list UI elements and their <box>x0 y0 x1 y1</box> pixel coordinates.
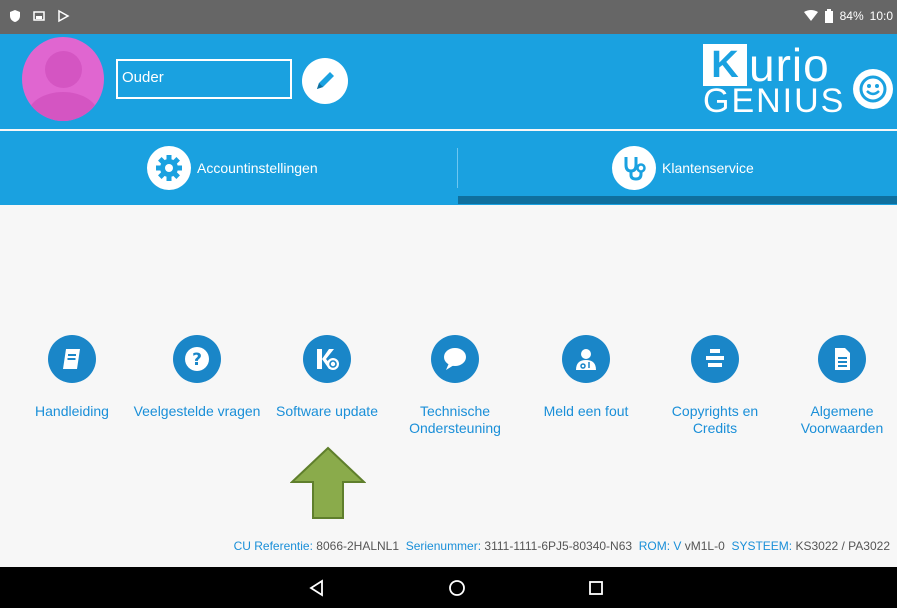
image-icon <box>33 11 45 21</box>
home-button[interactable] <box>437 573 477 603</box>
item-label: Copyrights en Credits <box>671 403 759 436</box>
tab-label: Accountinstellingen <box>197 160 318 176</box>
question-icon: ? <box>173 335 221 383</box>
item-label: Veelgestelde vragen <box>133 403 261 419</box>
play-store-icon <box>58 9 70 23</box>
speech-bubble-icon <box>431 335 479 383</box>
status-system: 84% 10:0 <box>803 9 893 23</box>
status-bar: 84% 10:0 <box>0 0 897 34</box>
item-software-update[interactable]: Software update <box>262 335 392 420</box>
edit-name-button[interactable] <box>302 58 348 104</box>
wifi-icon <box>803 10 818 21</box>
book-icon <box>48 335 96 383</box>
battery-percent: 84% <box>839 9 864 23</box>
profile-name-field[interactable]: Ouder <box>116 59 292 99</box>
kurio-genius-logo: K urio GENIUS <box>703 38 843 122</box>
item-label: Technische Ondersteuning <box>409 403 501 436</box>
document-icon <box>818 335 866 383</box>
recents-button[interactable] <box>576 573 616 603</box>
back-button[interactable] <box>297 573 337 603</box>
svg-text:?: ? <box>192 350 202 370</box>
avatar[interactable] <box>22 37 104 121</box>
stethoscope-icon <box>612 146 656 190</box>
pencil-icon <box>317 72 334 89</box>
header: Ouder K urio GENIUS <box>0 34 897 129</box>
battery-icon <box>824 9 833 23</box>
kurio-update-icon <box>303 335 351 383</box>
recents-icon <box>589 581 603 595</box>
back-icon <box>309 579 323 597</box>
support-items: Handleiding ? Veelgestelde vragen Softwa… <box>0 335 897 455</box>
item-label: Meld een fout <box>543 403 629 419</box>
logo-genius: GENIUS <box>703 82 846 120</box>
rom-label: ROM: V <box>638 539 682 553</box>
item-label: Handleiding <box>35 403 109 419</box>
item-handleiding[interactable]: Handleiding <box>7 335 137 420</box>
item-algemene-voorwaarden[interactable]: Algemene Voorwaarden <box>777 335 897 437</box>
gear-icon <box>147 146 191 190</box>
tab-klantenservice[interactable]: Klantenservice <box>612 131 754 205</box>
stack-icon <box>691 335 739 383</box>
smiley-icon <box>859 75 887 103</box>
navigation-bar <box>0 567 897 608</box>
logo-k: K <box>703 44 747 86</box>
serial-value: 3111-1111-6PJ5-80340-N63 <box>484 539 633 553</box>
status-notifications <box>8 9 70 23</box>
serial-label: Serienummer: <box>405 539 482 553</box>
doctor-icon <box>562 335 610 383</box>
logo-urio: urio <box>749 39 830 91</box>
tab-divider <box>457 148 458 188</box>
item-copyrights-en-credits[interactable]: Copyrights en Credits <box>650 335 780 437</box>
cu-value: 8066-2HALNL1 <box>316 539 400 553</box>
tab-label: Klantenservice <box>662 160 754 176</box>
shield-icon <box>10 10 20 22</box>
item-technische-ondersteuning[interactable]: Technische Ondersteuning <box>390 335 520 437</box>
clock: 10:0 <box>869 9 893 23</box>
system-value: KS3022 / PA3022 <box>795 539 890 553</box>
item-meld-een-fout[interactable]: Meld een fout <box>521 335 651 420</box>
rom-value: vM1L-0 <box>684 539 725 553</box>
up-arrow-annotation-icon <box>290 446 366 519</box>
cu-label: CU Referentie: <box>233 539 313 553</box>
tab-accountinstellingen[interactable]: Accountinstellingen <box>147 131 318 205</box>
smiley-button[interactable] <box>853 69 893 109</box>
system-label: SYSTEEM: <box>731 539 793 553</box>
tab-bar: Accountinstellingen Klantenservice <box>0 131 897 205</box>
item-veelgestelde-vragen[interactable]: ? Veelgestelde vragen <box>132 335 262 420</box>
item-label: Algemene Voorwaarden <box>800 403 884 436</box>
home-icon <box>449 580 465 596</box>
item-label: Software update <box>276 403 378 419</box>
selected-tab-indicator <box>458 196 897 204</box>
